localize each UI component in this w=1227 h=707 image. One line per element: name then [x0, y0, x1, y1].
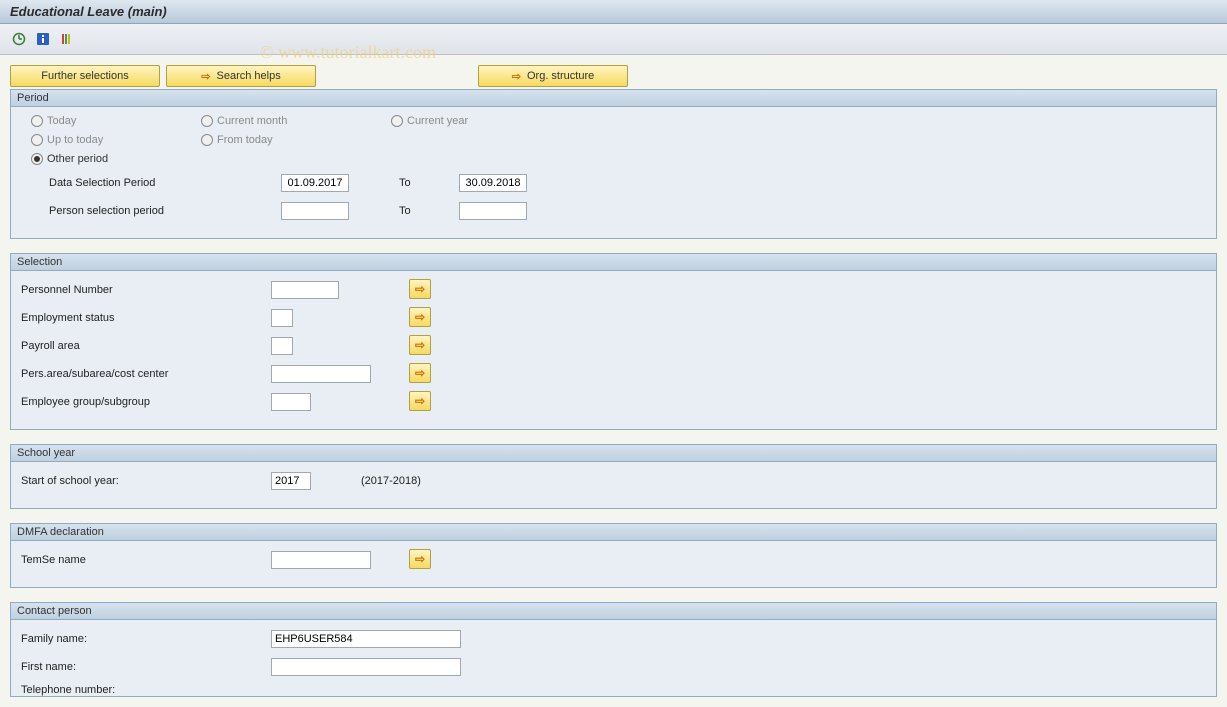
label-start-school-year: Start of school year:: [21, 475, 271, 487]
temse-name-input[interactable]: [271, 551, 371, 569]
search-helps-button[interactable]: ⇨ Search helps: [166, 65, 316, 87]
arrow-icon: ⇨: [415, 310, 425, 324]
school-year-range-text: (2017-2018): [361, 475, 421, 487]
employment-status-input[interactable]: [271, 309, 293, 327]
family-name-input[interactable]: [271, 630, 461, 648]
employment-status-multiselect-button[interactable]: ⇨: [409, 307, 431, 327]
action-button-row: Further selections ⇨ Search helps ⇨ Org.…: [10, 65, 1217, 87]
payroll-area-input[interactable]: [271, 337, 293, 355]
arrow-icon: ⇨: [415, 338, 425, 352]
label-to: To: [399, 205, 459, 217]
dmfa-group: DMFA declaration TemSe name ⇨: [10, 523, 1217, 588]
employee-group-input[interactable]: [271, 393, 311, 411]
label-temse-name: TemSe name: [21, 554, 271, 566]
list-icon[interactable]: [58, 30, 76, 48]
first-name-input[interactable]: [271, 658, 461, 676]
window-title: Educational Leave (main): [0, 0, 1227, 24]
person-period-to-input[interactable]: [459, 202, 527, 220]
radio-up-to-today[interactable]: Up to today: [31, 134, 103, 146]
label-data-selection-period: Data Selection Period: [31, 177, 281, 189]
button-label: Org. structure: [527, 70, 594, 82]
label-payroll-area: Payroll area: [21, 340, 271, 352]
employee-group-multiselect-button[interactable]: ⇨: [409, 391, 431, 411]
contact-person-group: Contact person Family name: First name: …: [10, 602, 1217, 697]
label-employee-group: Employee group/subgroup: [21, 396, 271, 408]
label-telephone: Telephone number:: [21, 684, 271, 696]
label-pers-area: Pers.area/subarea/cost center: [21, 368, 271, 380]
pers-area-multiselect-button[interactable]: ⇨: [409, 363, 431, 383]
arrow-icon: ⇨: [201, 70, 210, 83]
further-selections-button[interactable]: Further selections: [10, 65, 160, 87]
arrow-icon: ⇨: [415, 366, 425, 380]
label-family-name: Family name:: [21, 633, 271, 645]
arrow-icon: ⇨: [415, 282, 425, 296]
radio-current-month[interactable]: Current month: [201, 115, 287, 127]
group-header-dmfa: DMFA declaration: [11, 524, 1216, 541]
selection-group: Selection Personnel Number ⇨ Employment …: [10, 253, 1217, 430]
app-toolbar: [0, 24, 1227, 55]
info-icon[interactable]: [34, 30, 52, 48]
temse-multiselect-button[interactable]: ⇨: [409, 549, 431, 569]
period-group: Period Today Current month Current year …: [10, 89, 1217, 239]
label-first-name: First name:: [21, 661, 271, 673]
radio-from-today[interactable]: From today: [201, 134, 273, 146]
arrow-icon: ⇨: [415, 552, 425, 566]
school-year-input[interactable]: [271, 472, 311, 490]
school-year-group: School year Start of school year: (2017-…: [10, 444, 1217, 509]
org-structure-button[interactable]: ⇨ Org. structure: [478, 65, 628, 87]
data-period-from-input[interactable]: [281, 174, 349, 192]
group-header-school-year: School year: [11, 445, 1216, 462]
radio-other-period[interactable]: Other period: [31, 153, 108, 165]
radio-today[interactable]: Today: [31, 115, 76, 127]
radio-current-year[interactable]: Current year: [391, 115, 468, 127]
arrow-icon: ⇨: [415, 394, 425, 408]
arrow-icon: ⇨: [512, 70, 521, 83]
person-period-from-input[interactable]: [281, 202, 349, 220]
payroll-area-multiselect-button[interactable]: ⇨: [409, 335, 431, 355]
content-area: Further selections ⇨ Search helps ⇨ Org.…: [0, 55, 1227, 707]
data-period-to-input[interactable]: [459, 174, 527, 192]
group-header-period: Period: [11, 90, 1216, 107]
execute-icon[interactable]: [10, 30, 28, 48]
personnel-number-input[interactable]: [271, 281, 339, 299]
pers-area-input[interactable]: [271, 365, 371, 383]
label-employment-status: Employment status: [21, 312, 271, 324]
group-header-contact: Contact person: [11, 603, 1216, 620]
label-to: To: [399, 177, 459, 189]
group-header-selection: Selection: [11, 254, 1216, 271]
label-person-selection-period: Person selection period: [31, 205, 281, 217]
button-label: Further selections: [41, 70, 128, 82]
label-personnel-number: Personnel Number: [21, 284, 271, 296]
button-label: Search helps: [217, 70, 281, 82]
personnel-number-multiselect-button[interactable]: ⇨: [409, 279, 431, 299]
